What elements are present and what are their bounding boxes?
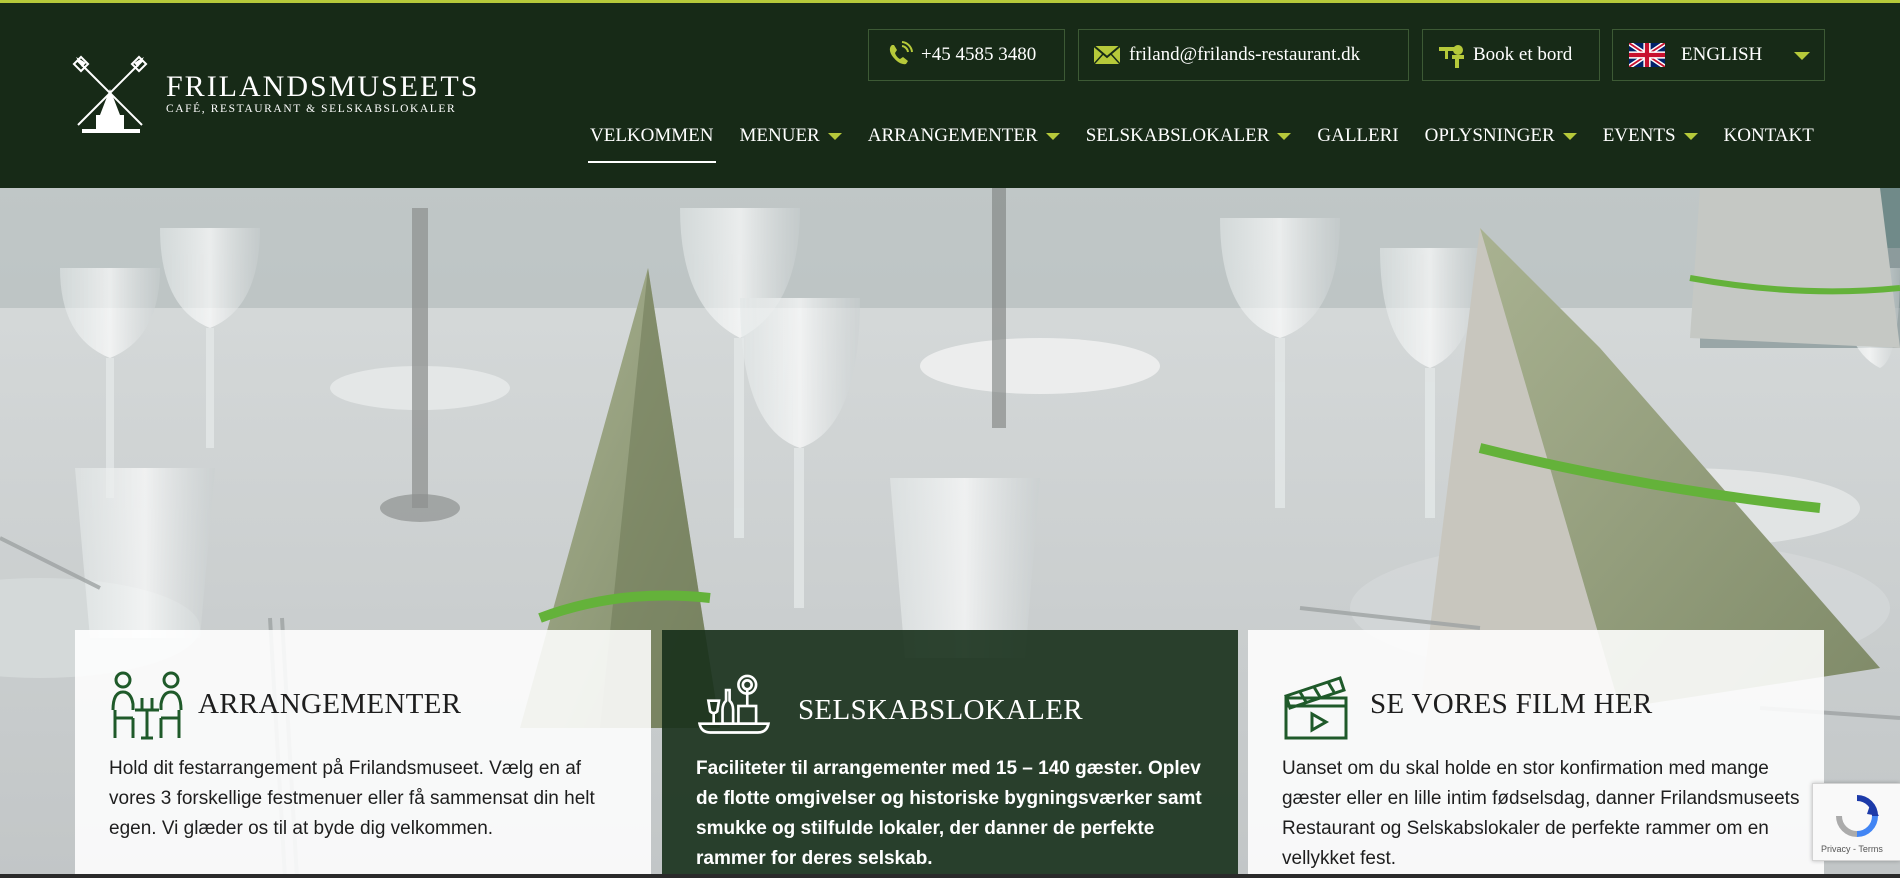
site-header: FRILANDSMUSEETS CAFÉ, RESTAURANT & SELSK… [0, 3, 1900, 188]
email-button[interactable]: friland@frilands-restaurant.dk [1078, 29, 1409, 81]
language-label: ENGLISH [1681, 44, 1763, 65]
book-label: Book et bord [1473, 44, 1573, 65]
main-nav: VELKOMMEN MENUER ARRANGEMENTER SELSKABSL… [588, 121, 1814, 163]
nav-item-galleri[interactable]: GALLERI [1317, 121, 1398, 151]
card-film[interactable]: SE VORES FILM HER Uanset om du skal hold… [1248, 630, 1824, 878]
recaptcha-label[interactable]: Privacy - Terms [1821, 844, 1883, 854]
nav-label: OPLYSNINGER [1424, 125, 1555, 146]
chevron-down-icon [1794, 52, 1810, 60]
recaptcha-badge[interactable]: Privacy - Terms [1812, 783, 1900, 861]
card-text: Uanset om du skal holde en stor konfirma… [1282, 758, 1800, 869]
dropdown-caret-icon [1045, 132, 1060, 140]
nav-label: SELSKABSLOKALER [1085, 125, 1270, 146]
bottom-edge [0, 874, 1900, 878]
uk-flag-icon [1629, 43, 1665, 67]
windmill-logo-icon [72, 55, 148, 133]
envelope-icon [1093, 45, 1121, 65]
site-logo[interactable]: FRILANDSMUSEETS CAFÉ, RESTAURANT & SELSK… [72, 53, 482, 139]
nav-label: GALLERI [1317, 125, 1399, 146]
nav-item-kontakt[interactable]: KONTAKT [1724, 121, 1814, 151]
card-arrangementer[interactable]: ARRANGEMENTER Hold dit festarrangement p… [75, 630, 651, 878]
card-title: ARRANGEMENTER [198, 688, 462, 720]
waiter-icon [1439, 45, 1464, 68]
logo-subtitle: CAFÉ, RESTAURANT & SELSKABSLOKALER [166, 103, 457, 115]
email-label: friland@frilands-restaurant.dk [1129, 44, 1361, 65]
card-text: Hold dit festarrangement på Frilandsmuse… [109, 758, 595, 839]
nav-item-oplysninger[interactable]: OPLYSNINGER [1425, 121, 1577, 151]
card-selskabslokaler[interactable]: SELSKABSLOKALER Faciliteter til arrangem… [662, 630, 1238, 878]
dropdown-caret-icon [1277, 132, 1292, 140]
nav-label: VELKOMMEN [590, 125, 714, 146]
recaptcha-icon [1836, 795, 1879, 837]
nav-label: MENUER [739, 125, 820, 146]
book-table-button[interactable]: Book et bord [1422, 29, 1600, 81]
dining-people-icon [111, 671, 183, 740]
logo-title: FRILANDSMUSEETS [166, 70, 480, 103]
phone-button[interactable]: +45 4585 3480 [868, 29, 1065, 81]
nav-label: KONTAKT [1723, 125, 1814, 146]
dropdown-caret-icon [827, 132, 842, 140]
phone-icon [889, 41, 913, 65]
dropdown-caret-icon [1562, 132, 1577, 140]
nav-item-arrangementer[interactable]: ARRANGEMENTER [868, 121, 1060, 151]
dropdown-caret-icon [1683, 132, 1698, 140]
nav-item-events[interactable]: EVENTS [1603, 121, 1698, 151]
nav-label: ARRANGEMENTER [867, 125, 1038, 146]
nav-item-velkommen[interactable]: VELKOMMEN [588, 121, 715, 163]
banquet-table-icon [697, 674, 771, 734]
nav-item-menuer[interactable]: MENUER [740, 121, 842, 151]
nav-item-selskabslokaler[interactable]: SELSKABSLOKALER [1086, 121, 1292, 151]
clapperboard-icon [1284, 676, 1348, 740]
card-text: Faciliteter til arrangementer med 15 – 1… [696, 758, 1202, 869]
language-select[interactable]: ENGLISH [1612, 29, 1825, 81]
phone-label: +45 4585 3480 [921, 44, 1037, 65]
nav-label: EVENTS [1602, 125, 1676, 146]
card-title: SELSKABSLOKALER [798, 694, 1083, 726]
card-title: SE VORES FILM HER [1370, 688, 1653, 720]
